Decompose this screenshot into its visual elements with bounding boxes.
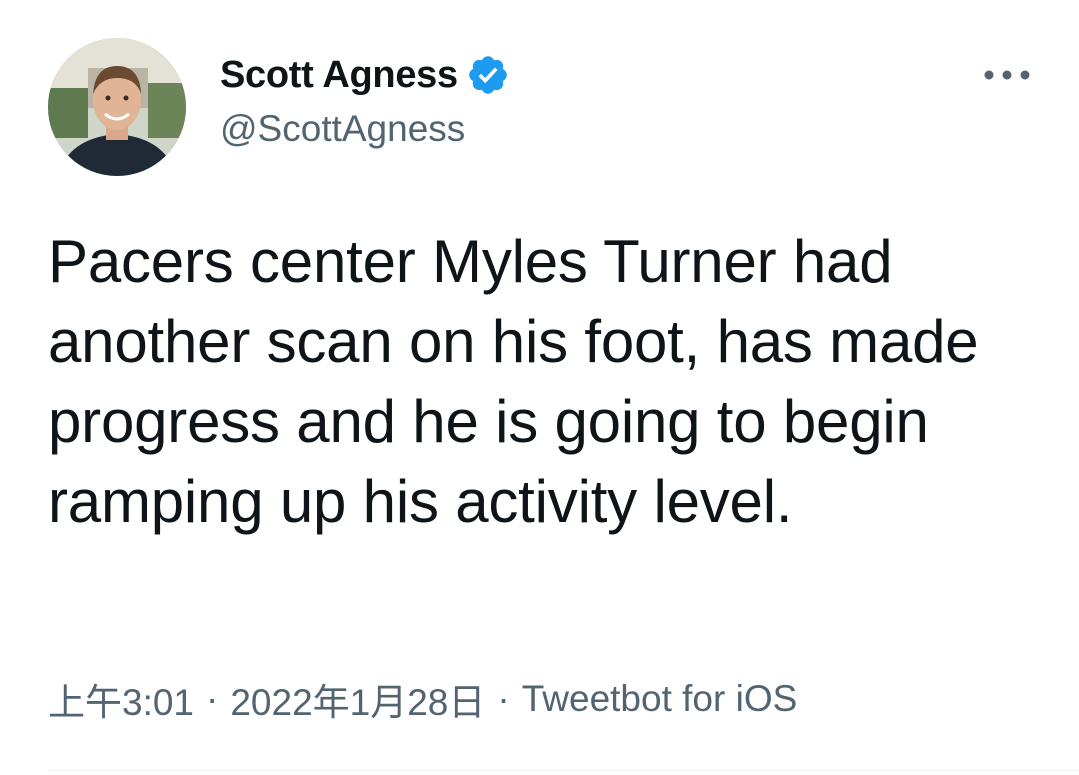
avatar-photo — [48, 38, 186, 176]
avatar[interactable] — [48, 38, 186, 176]
more-options-icon[interactable] — [980, 58, 1034, 92]
handle[interactable]: @ScottAgness — [220, 108, 465, 150]
tweet-card: Scott Agness @ScottAgness Pacers center … — [0, 0, 1079, 775]
tweet-date[interactable]: 2022年1月28日 — [230, 672, 485, 726]
author-name-row: Scott Agness — [220, 50, 510, 100]
tweet-metadata: 上午3:01 · 2022年1月28日 · Tweetbot for iOS — [48, 672, 797, 726]
separator: · — [497, 678, 510, 719]
verified-badge-icon — [466, 53, 510, 97]
tweet-text: Pacers center Myles Turner had another s… — [48, 228, 979, 535]
tweet-time[interactable]: 上午3:01 — [48, 672, 194, 726]
separator: · — [206, 678, 219, 719]
divider — [48, 770, 1079, 771]
display-name[interactable]: Scott Agness — [220, 54, 458, 97]
tweet-source-link[interactable]: Tweetbot for iOS — [522, 678, 798, 720]
